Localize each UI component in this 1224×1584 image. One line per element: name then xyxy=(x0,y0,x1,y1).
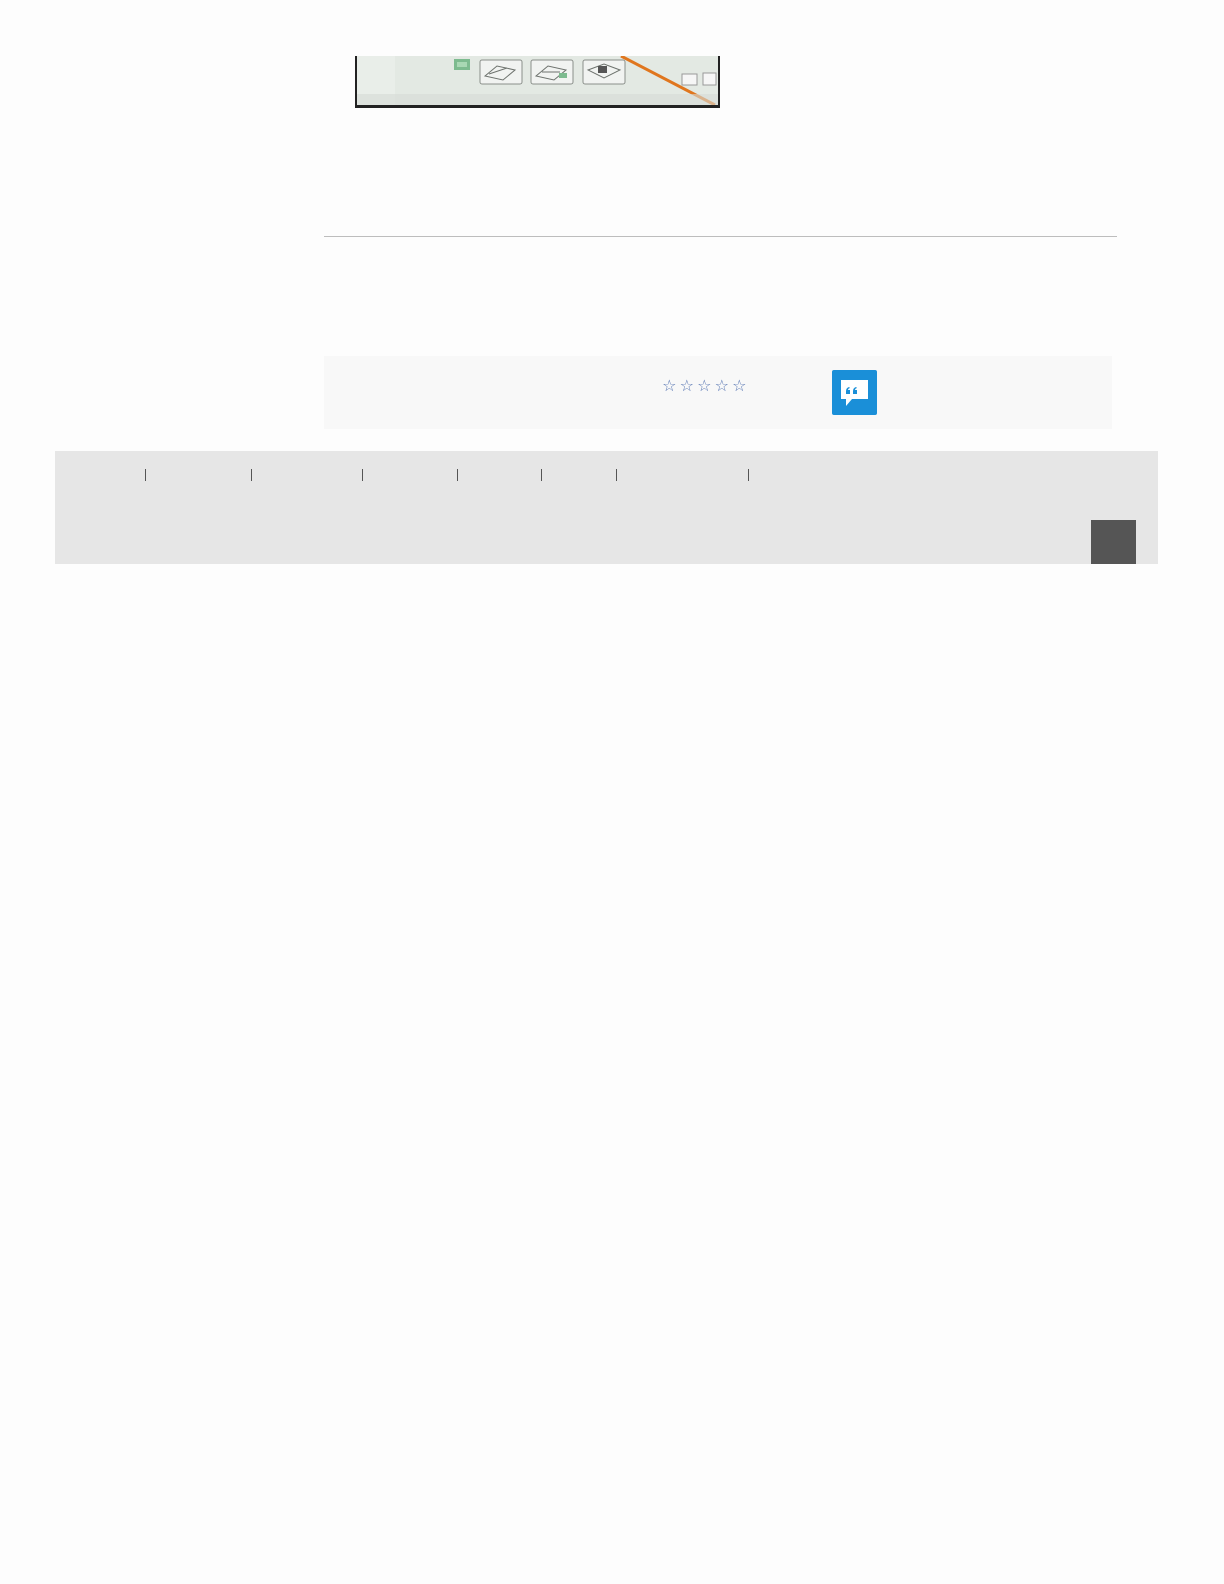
product-photo-strip-icon xyxy=(357,56,718,105)
comment-quote-icon xyxy=(841,380,868,406)
footer-separator xyxy=(457,469,458,481)
footer-link[interactable] xyxy=(364,465,457,485)
footer-separator xyxy=(748,469,749,481)
footer-link[interactable] xyxy=(459,465,541,485)
section-divider xyxy=(324,236,1117,237)
footer-separator xyxy=(616,469,617,481)
star-rating[interactable]: ☆ ☆ ☆ ☆ ☆ xyxy=(661,376,749,395)
star-icon[interactable]: ☆ xyxy=(731,376,749,395)
footer-separator xyxy=(362,469,363,481)
footer-link[interactable] xyxy=(147,465,251,485)
comment-button[interactable] xyxy=(832,370,877,415)
rating-bar: ☆ ☆ ☆ ☆ ☆ xyxy=(324,356,1112,429)
star-icon[interactable]: ☆ xyxy=(696,376,714,395)
footer-link[interactable] xyxy=(750,465,840,485)
scroll-top-button[interactable] xyxy=(1091,520,1136,564)
footer-link[interactable] xyxy=(618,465,748,485)
footer-link[interactable] xyxy=(543,465,615,485)
footer-separator xyxy=(541,469,542,481)
footer-separator xyxy=(251,469,252,481)
star-icon[interactable]: ☆ xyxy=(679,376,697,395)
footer-link[interactable] xyxy=(253,465,362,485)
footer xyxy=(55,451,1158,564)
star-icon[interactable]: ☆ xyxy=(661,376,679,395)
footer-separator xyxy=(145,469,146,481)
footer-link[interactable] xyxy=(55,465,145,485)
star-icon[interactable]: ☆ xyxy=(714,376,732,395)
product-photo xyxy=(355,56,720,108)
